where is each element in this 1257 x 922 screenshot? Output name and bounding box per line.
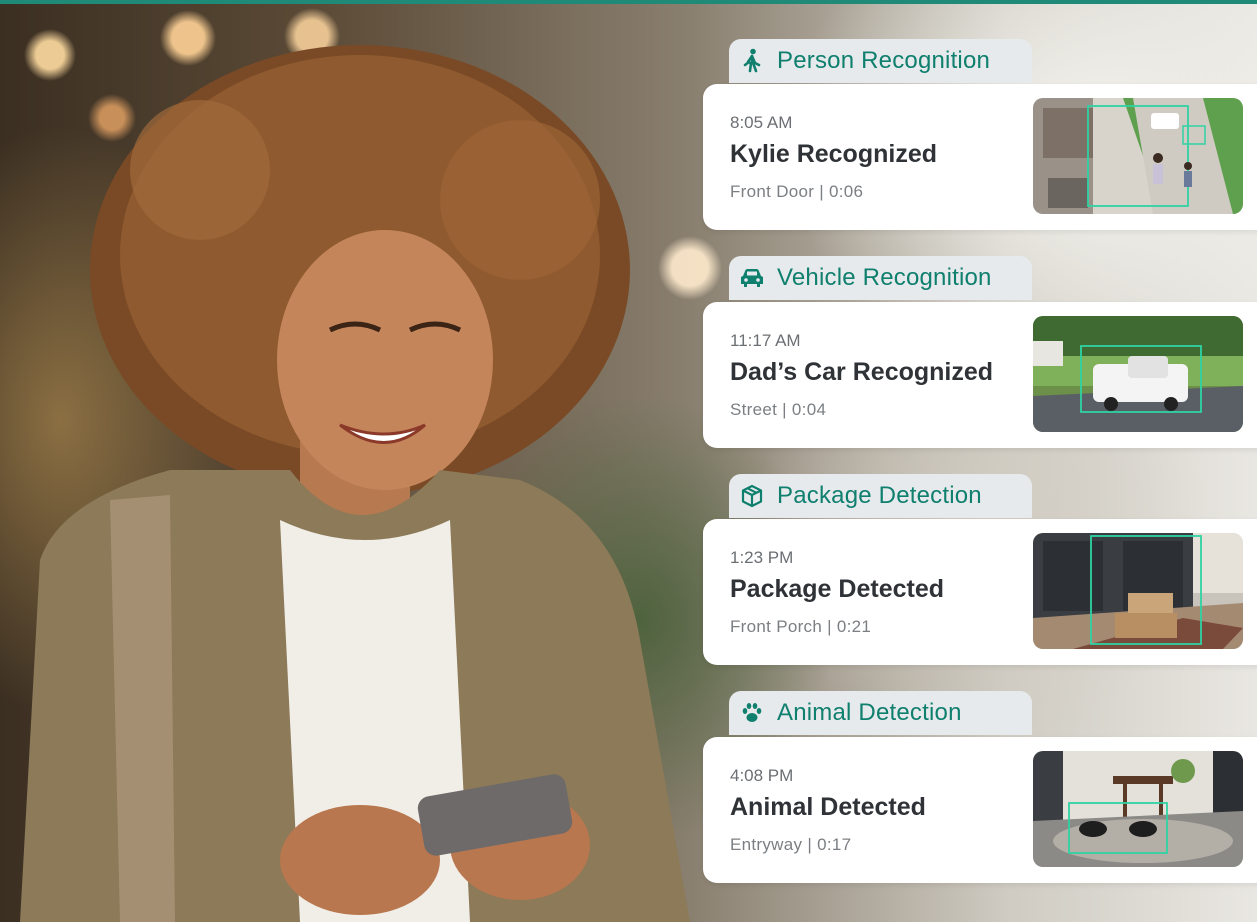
- tab-person-recognition[interactable]: Person Recognition: [729, 39, 1032, 83]
- woman-with-phone-illustration: [20, 45, 690, 922]
- event-title: Animal Detected: [730, 793, 926, 821]
- event-card-vehicle[interactable]: 11:17 AM Dad’s Car Recognized Street | 0…: [703, 302, 1257, 448]
- event-time: 11:17 AM: [730, 331, 801, 350]
- tab-animal-detection[interactable]: Animal Detection: [729, 691, 1032, 735]
- event-time: 4:08 PM: [730, 766, 794, 785]
- event-thumbnail-front-door[interactable]: [1033, 98, 1243, 214]
- tab-vehicle-recognition[interactable]: Vehicle Recognition: [729, 256, 1032, 300]
- event-meta: Front Door | 0:06: [730, 182, 864, 201]
- event-card-animal[interactable]: 4:08 PM Animal Detected Entryway | 0:17: [703, 737, 1257, 883]
- event-meta: Front Porch | 0:21: [730, 617, 872, 636]
- event-time: 8:05 AM: [730, 113, 793, 132]
- car-icon: [739, 265, 765, 291]
- top-accent-bar: [0, 0, 1257, 4]
- tab-label: Person Recognition: [777, 47, 991, 74]
- event-title: Package Detected: [730, 575, 945, 603]
- event-title: Dad’s Car Recognized: [730, 358, 994, 386]
- package-icon: [739, 483, 765, 509]
- tab-label: Animal Detection: [777, 699, 962, 726]
- walking-person-icon: [739, 48, 765, 74]
- event-title: Kylie Recognized: [730, 140, 937, 168]
- event-thumbnail-front-porch[interactable]: [1033, 533, 1243, 649]
- event-card-package[interactable]: 1:23 PM Package Detected Front Porch | 0…: [703, 519, 1257, 665]
- event-time: 1:23 PM: [730, 548, 794, 567]
- tab-package-detection[interactable]: Package Detection: [729, 474, 1032, 518]
- event-meta: Entryway | 0:17: [730, 835, 852, 854]
- event-card-person[interactable]: 8:05 AM Kylie Recognized Front Door | 0:…: [703, 84, 1257, 230]
- event-thumbnail-street[interactable]: [1033, 316, 1243, 432]
- paw-icon: [739, 700, 765, 726]
- event-thumbnail-entryway[interactable]: [1033, 751, 1243, 867]
- tab-label: Vehicle Recognition: [777, 264, 992, 291]
- event-meta: Street | 0:04: [730, 400, 827, 419]
- tab-label: Package Detection: [777, 482, 982, 509]
